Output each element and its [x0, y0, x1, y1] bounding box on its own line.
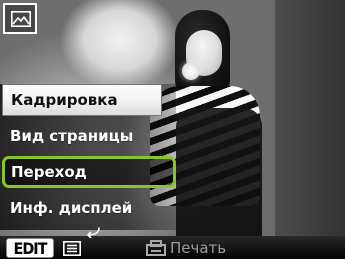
overalls — [176, 108, 262, 236]
menu-item-transition[interactable]: Переход — [2, 156, 176, 188]
background-tree — [275, 0, 345, 236]
camera-menu-screen: Кадрировка Вид страницы Переход Инф. дис… — [0, 0, 345, 259]
side-menu: Кадрировка Вид страницы Переход Инф. дис… — [0, 84, 176, 230]
print-label-text: Печать — [170, 239, 227, 257]
menu-item-label: Переход — [11, 163, 87, 181]
print-icon[interactable] — [146, 239, 166, 257]
image-icon-glyph — [11, 11, 31, 27]
menu-item-label: Кадрировка — [11, 91, 118, 109]
flower — [182, 62, 200, 80]
print-label[interactable]: Печать — [170, 238, 226, 258]
menu-item-label: Инф. дисплей — [10, 199, 133, 217]
menu-item-cropping[interactable]: Кадрировка — [2, 84, 162, 116]
edit-label: EDIT — [13, 238, 48, 258]
image-icon — [3, 3, 37, 34]
menu-item-page-view[interactable]: Вид страницы — [2, 120, 172, 152]
return-arrow-icon — [87, 227, 100, 238]
list-icon[interactable] — [63, 241, 81, 256]
edit-button[interactable]: EDIT — [6, 238, 54, 258]
menu-item-info-display[interactable]: Инф. дисплей — [2, 192, 172, 224]
menu-item-label: Вид страницы — [10, 127, 134, 145]
